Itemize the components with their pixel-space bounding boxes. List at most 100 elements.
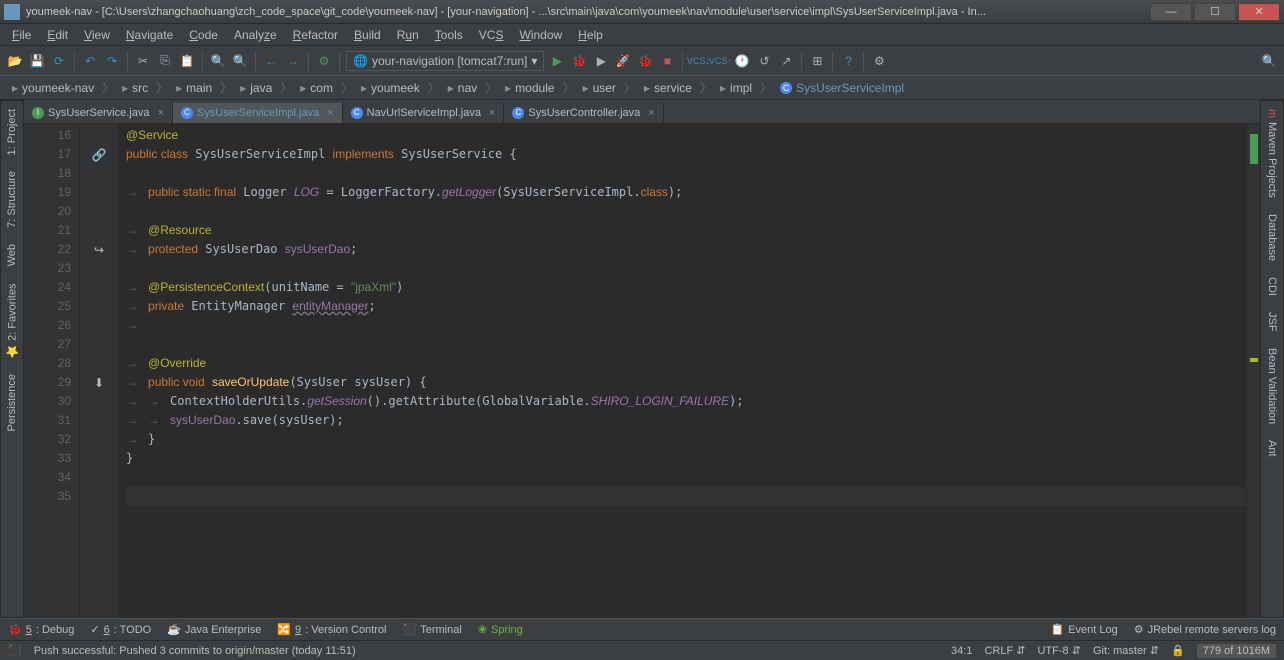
sync-icon[interactable]: ⟳ xyxy=(50,52,68,70)
crumb-project[interactable]: ▸youmeek-nav xyxy=(6,79,100,97)
vcs-revert-icon[interactable]: ↺ xyxy=(755,52,773,70)
crumb-class[interactable]: CSysUserServiceImpl xyxy=(774,79,910,97)
btool-versioncontrol[interactable]: 🔀 9: Version Control xyxy=(277,623,386,636)
rail-web[interactable]: Web xyxy=(6,240,18,270)
warning-marker[interactable] xyxy=(1250,358,1258,362)
jrebel-run-icon[interactable]: 🚀 xyxy=(614,52,632,70)
debug-icon[interactable]: 🐞 xyxy=(570,52,588,70)
git-branch[interactable]: Git: master ⇵ xyxy=(1093,644,1159,657)
vcs-update-icon[interactable]: VCS↓ xyxy=(689,52,707,70)
crumb-folder[interactable]: ▸main xyxy=(170,79,218,97)
tab-navurlserviceimpl[interactable]: CNavUrlServiceImpl.java× xyxy=(343,103,505,123)
find-icon[interactable]: 🔍 xyxy=(209,52,227,70)
run-icon[interactable]: ▶ xyxy=(548,52,566,70)
crumb-folder[interactable]: ▸java xyxy=(234,79,278,97)
crumb-folder[interactable]: ▸youmeek xyxy=(355,79,426,97)
rail-jsf[interactable]: JSF xyxy=(1266,308,1278,336)
run-config-select[interactable]: 🌐your-navigation [tomcat7:run]▾ xyxy=(346,51,544,71)
crumb-folder[interactable]: ▸nav xyxy=(442,79,483,97)
crumb-folder[interactable]: ▸service xyxy=(638,79,698,97)
menu-run[interactable]: Run xyxy=(391,26,425,44)
tab-sysuserserviceimpl[interactable]: CSysUserServiceImpl.java× xyxy=(173,103,343,123)
jrebel-debug-icon[interactable]: 🐞 xyxy=(636,52,654,70)
btool-eventlog[interactable]: 📋 Event Log xyxy=(1050,623,1117,636)
close-tab-icon[interactable]: × xyxy=(157,107,163,119)
btool-javaee[interactable]: ☕ Java Enterprise xyxy=(167,623,261,636)
menu-vcs[interactable]: VCS xyxy=(473,26,510,44)
status-icon[interactable]: ⬛ xyxy=(8,644,22,657)
paste-icon[interactable]: 📋 xyxy=(178,52,196,70)
vcs-commit-icon[interactable]: VCS↑ xyxy=(711,52,729,70)
tab-sysusercontroller[interactable]: CSysUserController.java× xyxy=(504,103,663,123)
jrebel-icon[interactable]: ⚙ xyxy=(870,52,888,70)
structure-icon[interactable]: ⊞ xyxy=(808,52,826,70)
statusbar: ⬛ Push successful: Pushed 3 commits to o… xyxy=(0,640,1284,660)
lock-icon[interactable]: 🔒 xyxy=(1171,644,1185,657)
menu-help[interactable]: Help xyxy=(572,26,609,44)
close-tab-icon[interactable]: × xyxy=(327,107,333,119)
help-icon[interactable]: ? xyxy=(839,52,857,70)
btool-debug[interactable]: 🐞 5: Debug xyxy=(8,623,74,636)
compile-icon[interactable]: ⚙ xyxy=(315,52,333,70)
menu-refactor[interactable]: Refactor xyxy=(287,26,344,44)
impl-gutter-icon[interactable]: ↪ xyxy=(80,240,118,259)
close-tab-icon[interactable]: × xyxy=(489,107,495,119)
memory-indicator[interactable]: 779 of 1016M xyxy=(1197,644,1276,658)
separator xyxy=(127,51,128,71)
rail-beanvalidation[interactable]: Bean Validation xyxy=(1266,344,1278,428)
vcs-push-icon[interactable]: ↗ xyxy=(777,52,795,70)
redo-icon[interactable]: ↷ xyxy=(103,52,121,70)
search-everywhere-icon[interactable]: 🔍 xyxy=(1260,52,1278,70)
code-editor[interactable]: 1617181920212223242526272829303132333435… xyxy=(24,124,1260,618)
close-button[interactable]: ✕ xyxy=(1238,3,1280,21)
btool-spring[interactable]: ❀ Spring xyxy=(478,623,523,636)
change-marker[interactable] xyxy=(1250,134,1258,164)
crumb-folder[interactable]: ▸src xyxy=(116,79,154,97)
vcs-history-icon[interactable]: 🕐 xyxy=(733,52,751,70)
replace-icon[interactable]: 🔍 xyxy=(231,52,249,70)
btool-terminal[interactable]: ⬛ Terminal xyxy=(403,623,462,636)
cut-icon[interactable]: ✂ xyxy=(134,52,152,70)
code-content[interactable]: @Service public class SysUserServiceImpl… xyxy=(118,124,1246,618)
error-stripe[interactable] xyxy=(1246,124,1260,618)
override-gutter-icon[interactable]: ⬇ xyxy=(80,373,118,392)
menu-tools[interactable]: Tools xyxy=(429,26,469,44)
menu-build[interactable]: Build xyxy=(348,26,387,44)
open-icon[interactable]: 📂 xyxy=(6,52,24,70)
rail-project[interactable]: 1: Project xyxy=(6,105,18,159)
stop-icon[interactable]: ■ xyxy=(658,52,676,70)
rail-cdi[interactable]: CDI xyxy=(1266,273,1278,300)
undo-icon[interactable]: ↶ xyxy=(81,52,99,70)
crumb-folder[interactable]: ▸com xyxy=(294,79,339,97)
tab-sysuserservice[interactable]: ISysUserService.java× xyxy=(24,103,173,123)
line-separator[interactable]: CRLF ⇵ xyxy=(984,644,1025,657)
implements-gutter-icon[interactable]: 🔗 xyxy=(80,145,118,164)
rail-structure[interactable]: 7: Structure xyxy=(6,167,18,232)
menu-analyze[interactable]: Analyze xyxy=(228,26,283,44)
rail-persistence[interactable]: Persistence xyxy=(6,370,18,435)
file-encoding[interactable]: UTF-8 ⇵ xyxy=(1037,644,1080,657)
rail-database[interactable]: Database xyxy=(1266,210,1278,265)
btool-todo[interactable]: ✓ 6: TODO xyxy=(90,623,151,636)
crumb-folder[interactable]: ▸impl xyxy=(714,79,758,97)
back-icon[interactable]: ← xyxy=(262,52,280,70)
menu-file[interactable]: File xyxy=(6,26,37,44)
crumb-folder[interactable]: ▸user xyxy=(577,79,622,97)
minimize-button[interactable]: — xyxy=(1150,3,1192,21)
close-tab-icon[interactable]: × xyxy=(648,107,654,119)
menu-edit[interactable]: Edit xyxy=(41,26,74,44)
maximize-button[interactable]: ☐ xyxy=(1194,3,1236,21)
copy-icon[interactable]: ⎘ xyxy=(156,52,174,70)
menu-code[interactable]: Code xyxy=(183,26,224,44)
menu-view[interactable]: View xyxy=(78,26,116,44)
crumb-folder[interactable]: ▸module xyxy=(499,79,560,97)
save-icon[interactable]: 💾 xyxy=(28,52,46,70)
rail-maven[interactable]: mMaven Projects xyxy=(1266,105,1278,202)
rail-ant[interactable]: Ant xyxy=(1266,436,1278,461)
rail-favorites[interactable]: ⭐2: Favorites xyxy=(6,279,19,362)
btool-jrebel[interactable]: ⚙ JRebel remote servers log xyxy=(1134,623,1276,636)
menu-window[interactable]: Window xyxy=(513,26,568,44)
coverage-icon[interactable]: ▶ xyxy=(592,52,610,70)
forward-icon[interactable]: → xyxy=(284,52,302,70)
menu-navigate[interactable]: Navigate xyxy=(120,26,179,44)
